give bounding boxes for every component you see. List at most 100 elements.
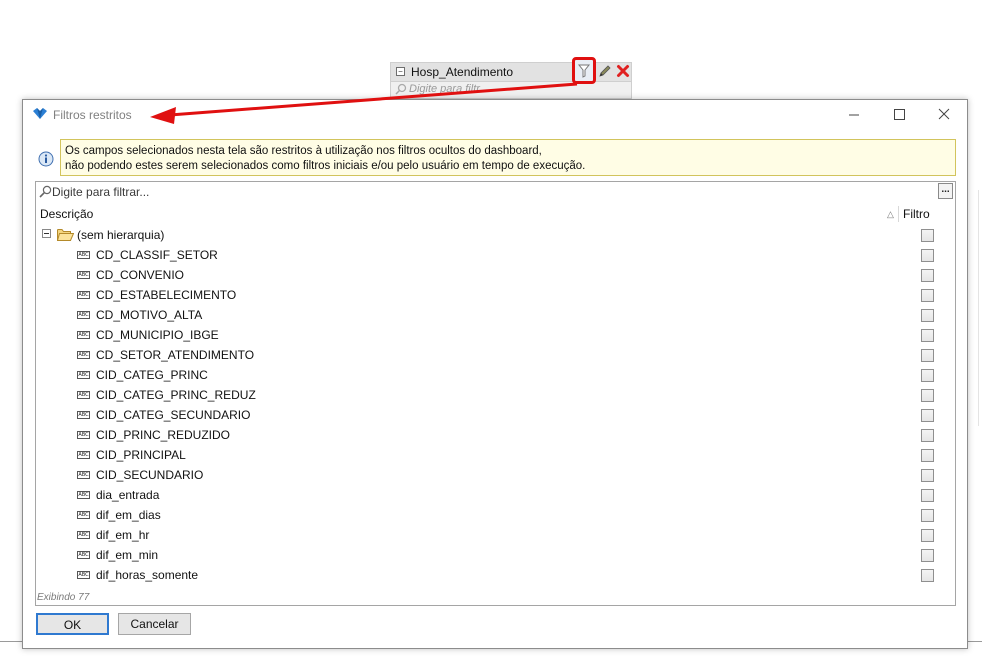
close-icon [938,108,950,120]
field-filter-checkbox[interactable] [921,349,934,362]
field-filter-checkbox[interactable] [921,249,934,262]
grid-filter-input[interactable] [52,184,652,200]
field-name: CID_SECUNDARIO [96,468,204,482]
info-line-1: Os campos selecionados nesta tela são re… [65,145,542,157]
field-filter-checkbox[interactable] [921,449,934,462]
field-filter-checkbox[interactable] [921,509,934,522]
field-name: dif_em_hr [96,528,150,542]
search-icon [39,185,52,198]
field-row[interactable]: ABC CD_CLASSIF_SETOR [36,245,955,265]
text-field-type-icon: ABC [77,411,90,419]
field-filter-checkbox[interactable] [921,409,934,422]
delete-icon[interactable] [616,64,630,78]
restricted-filters-dialog: Filtros restritos Os campos selecionados… [22,99,968,649]
collapse-icon[interactable]: − [396,67,405,76]
field-row[interactable]: ABC dif_em_dias [36,505,955,525]
field-filter-checkbox[interactable] [921,569,934,582]
text-field-type-icon: ABC [77,471,90,479]
field-filter-checkbox[interactable] [921,549,934,562]
column-header-description[interactable]: Descrição [40,207,93,221]
text-field-type-icon: ABC [77,531,90,539]
close-button[interactable] [921,100,967,130]
field-filter-checkbox[interactable] [921,529,934,542]
more-options-button[interactable]: ... [938,183,953,199]
field-name: dif_em_dias [96,508,161,522]
text-field-type-icon: ABC [77,491,90,499]
field-filter-checkbox[interactable] [921,429,934,442]
field-row[interactable]: ABC dif_em_min [36,545,955,565]
field-row[interactable]: ABC CID_PRINC_REDUZIDO [36,425,955,445]
text-field-type-icon: ABC [77,371,90,379]
text-field-type-icon: ABC [77,511,90,519]
widget-search-placeholder: Digite para filtr... [409,83,489,95]
field-name: CD_MOTIVO_ALTA [96,308,203,322]
field-name: CD_ESTABELECIMENTO [96,288,237,302]
field-row[interactable]: ABC CD_MUNICIPIO_IBGE [36,325,955,345]
text-field-type-icon: ABC [77,331,90,339]
root-filter-checkbox[interactable] [921,229,934,242]
field-name: CID_CATEG_PRINC [96,368,208,382]
text-field-type-icon: ABC [77,291,90,299]
field-name: CID_CATEG_SECUNDARIO [96,408,251,422]
field-filter-checkbox[interactable] [921,469,934,482]
maximize-icon [894,109,905,120]
field-row[interactable]: ABC CID_CATEG_SECUNDARIO [36,405,955,425]
field-filter-checkbox[interactable] [921,289,934,302]
tree-root-row[interactable]: (sem hierarquia) [36,225,955,245]
info-line-2: não podendo estes serem selecionados com… [65,160,586,172]
ok-button[interactable]: OK [36,613,109,635]
background-scroll-edge [978,190,979,426]
field-name: CD_CLASSIF_SETOR [96,248,218,262]
field-filter-checkbox[interactable] [921,269,934,282]
minimize-button[interactable] [831,100,877,130]
field-row[interactable]: ABC CD_MOTIVO_ALTA [36,305,955,325]
maximize-button[interactable] [877,100,923,130]
cancel-button[interactable]: Cancelar [118,613,191,635]
funnel-icon [577,64,591,78]
field-row[interactable]: ABC CID_CATEG_PRINC [36,365,955,385]
field-row[interactable]: ABC CD_ESTABELECIMENTO [36,285,955,305]
column-header-row: Descrição △ Filtro [36,204,955,224]
tree-root-label: (sem hierarquia) [77,228,165,242]
field-name: dif_em_min [96,548,159,562]
pencil-icon[interactable] [598,64,612,78]
search-icon [395,83,407,95]
field-name: CID_PRINCIPAL [96,448,186,462]
info-message: Os campos selecionados nesta tela são re… [60,139,956,176]
record-count: Exibindo 77 [37,592,90,603]
field-row[interactable]: ABC CD_SETOR_ATENDIMENTO [36,345,955,365]
dialog-title-bar[interactable]: Filtros restritos [23,100,967,130]
background-divider [0,641,22,642]
text-field-type-icon: ABC [77,351,90,359]
field-filter-checkbox[interactable] [921,329,934,342]
field-row[interactable]: ABC CID_CATEG_PRINC_REDUZ [36,385,955,405]
field-name: dia_entrada [96,488,160,502]
field-row[interactable]: ABC CD_CONVENIO [36,265,955,285]
field-name: CID_PRINC_REDUZIDO [96,428,231,442]
field-row[interactable]: ABC dif_horas_somente [36,565,955,585]
field-name: CID_CATEG_PRINC_REDUZ [96,388,256,402]
column-header-filter[interactable]: Filtro [903,207,930,221]
field-name: CD_SETOR_ATENDIMENTO [96,348,255,362]
field-row[interactable]: ABC CID_SECUNDARIO [36,465,955,485]
text-field-type-icon: ABC [77,431,90,439]
field-filter-checkbox[interactable] [921,389,934,402]
restricted-filter-button[interactable] [572,57,596,84]
field-row[interactable]: ABC CID_PRINCIPAL [36,445,955,465]
info-icon [38,151,54,167]
field-row[interactable]: ABC dif_em_hr [36,525,955,545]
field-filter-checkbox[interactable] [921,309,934,322]
field-filter-checkbox[interactable] [921,369,934,382]
text-field-type-icon: ABC [77,251,90,259]
field-row[interactable]: ABC dia_entrada [36,485,955,505]
field-filter-checkbox[interactable] [921,489,934,502]
text-field-type-icon: ABC [77,391,90,399]
column-separator[interactable] [898,206,899,222]
text-field-type-icon: ABC [77,311,90,319]
text-field-type-icon: ABC [77,571,90,579]
field-name: CD_CONVENIO [96,268,185,282]
app-logo-icon [33,108,47,119]
collapse-node-icon[interactable] [42,229,51,238]
sort-ascending-icon: △ [887,209,894,219]
field-name: dif_horas_somente [96,568,199,582]
